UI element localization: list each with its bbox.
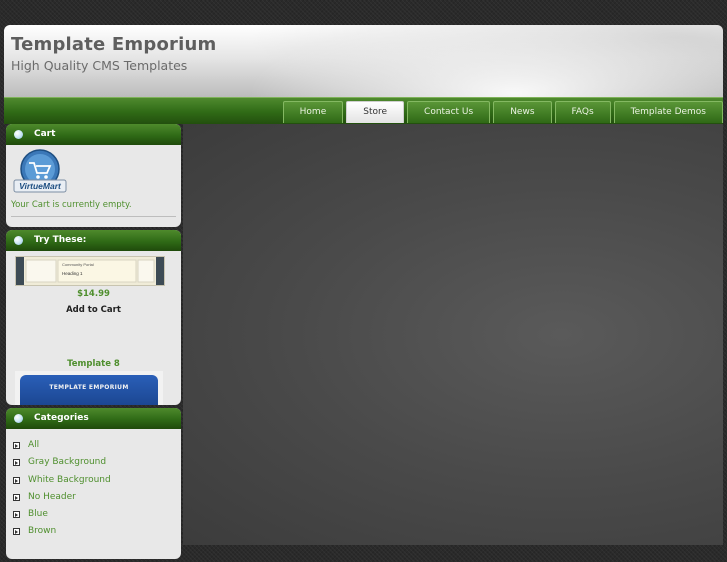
virtuemart-logo-icon[interactable]: VirtueMart [11, 149, 69, 195]
category-label[interactable]: Blue [28, 509, 48, 519]
category-item[interactable]: All [6, 437, 181, 454]
categories-body: All Gray Background White Background No … [6, 429, 181, 559]
try-these-body: Community Portal Heading 1 $14.99 Add to… [6, 251, 181, 405]
site-title[interactable]: Template Emporium [11, 34, 216, 55]
category-label[interactable]: Gray Background [28, 457, 106, 467]
category-item[interactable]: Gray Background [6, 454, 181, 471]
nav-faqs[interactable]: FAQs [554, 101, 611, 123]
categories-heading: Categories [34, 413, 89, 423]
product-price: $14.99 [77, 289, 110, 299]
template-thumbnail-1[interactable]: Community Portal Heading 1 [15, 256, 165, 286]
cart-empty-text: Your Cart is currently empty. [11, 200, 132, 210]
arrow-bullet-icon [13, 511, 20, 519]
thumbnail-2-title: TEMPLATE EMPORIUM [49, 384, 129, 391]
try-these-module: Try These: Community Portal Heading 1 $1… [6, 230, 181, 405]
try-these-header: Try These: [6, 230, 181, 251]
bullet-orb-icon [14, 130, 23, 139]
sidebar: Cart VirtueMart Your Cart is currently e… [6, 124, 181, 562]
categories-header: Categories [6, 408, 181, 429]
virtuemart-logo-text: VirtueMart [19, 181, 62, 191]
header-swirl-decoration [174, 25, 723, 97]
template-thumbnail-1-image: Community Portal Heading 1 [16, 257, 164, 285]
bullet-orb-icon [14, 236, 23, 245]
arrow-bullet-icon [13, 493, 20, 501]
thumbnail-1-caption: Community Portal [62, 262, 94, 267]
category-item[interactable]: Blue [6, 506, 181, 523]
template-thumbnail-2[interactable]: TEMPLATE EMPORIUM [15, 371, 163, 405]
arrow-bullet-icon [13, 476, 20, 484]
category-item[interactable]: Brown [6, 523, 181, 540]
thumbnail-2-panel: TEMPLATE EMPORIUM [20, 375, 158, 405]
product-name-link[interactable]: Template 8 [6, 359, 181, 369]
category-list: All Gray Background White Background No … [6, 429, 181, 541]
category-item[interactable]: No Header [6, 489, 181, 506]
cart-module: Cart VirtueMart Your Cart is currently e… [6, 124, 181, 227]
arrow-bullet-icon [13, 459, 20, 467]
nav-news[interactable]: News [493, 101, 552, 123]
main-content-area [183, 124, 723, 545]
cart-body: VirtueMart Your Cart is currently empty. [6, 145, 181, 227]
bullet-orb-icon [14, 414, 23, 423]
nav-store[interactable]: Store [346, 101, 405, 123]
cart-heading: Cart [34, 129, 56, 139]
site-header: Template Emporium High Quality CMS Templ… [4, 25, 723, 97]
thumbnail-1-heading: Heading 1 [62, 271, 83, 276]
category-item[interactable]: White Background [6, 472, 181, 489]
main-navbar: Home Store Contact Us News FAQs Template… [4, 97, 723, 124]
nav-home[interactable]: Home [282, 101, 344, 123]
category-label[interactable]: All [28, 440, 39, 450]
page-wrapper: Template Emporium High Quality CMS Templ… [4, 25, 723, 559]
category-label[interactable]: Brown [28, 526, 56, 536]
arrow-bullet-icon [13, 528, 20, 536]
category-label[interactable]: No Header [28, 492, 76, 502]
category-label[interactable]: White Background [28, 475, 111, 485]
arrow-bullet-icon [13, 442, 20, 449]
divider [11, 216, 176, 217]
add-to-cart-button[interactable]: Add to Cart [6, 305, 181, 315]
cart-module-header: Cart [6, 124, 181, 145]
site-slogan: High Quality CMS Templates [11, 58, 188, 73]
try-these-heading: Try These: [34, 235, 87, 245]
categories-module: Categories All Gray Background White Bac… [6, 408, 181, 559]
nav-template-demos[interactable]: Template Demos [613, 101, 723, 123]
nav-contact-us[interactable]: Contact Us [407, 101, 491, 123]
